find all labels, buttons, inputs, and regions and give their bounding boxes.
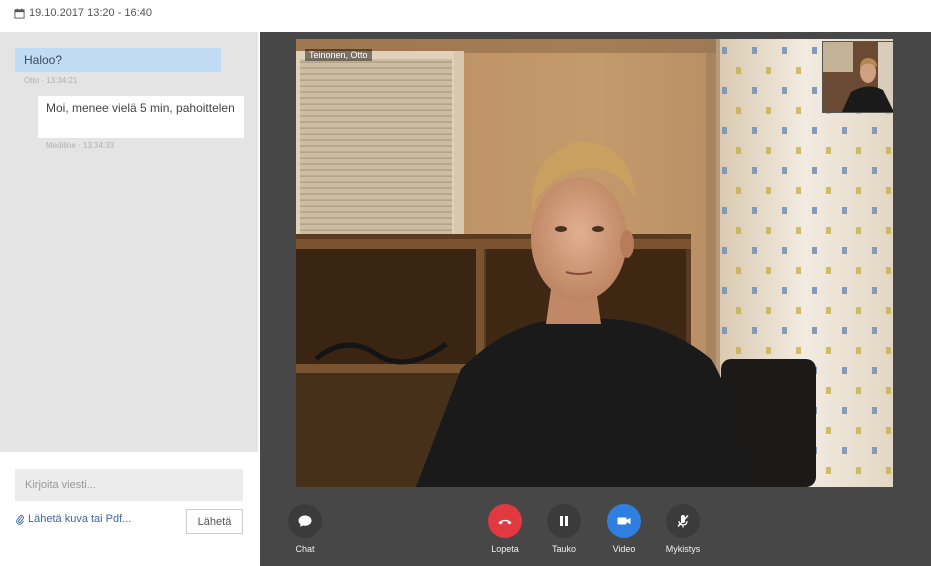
send-button[interactable]: Lähetä [186,509,243,534]
chat-message-meta: Otto · 13:34:21 [24,76,78,85]
remote-video-feed [296,39,893,487]
paperclip-icon [16,514,25,525]
message-list[interactable]: Haloo? Otto · 13:34:21 Moi, menee vielä … [0,32,258,452]
remote-participant-name: Teinonen, Otto [305,49,372,61]
chat-message-outgoing: Haloo? [15,48,221,72]
pause-control: Tauko [534,504,594,554]
video-toggle-button[interactable] [607,504,641,538]
chat-control: Chat [275,504,335,554]
self-view-feed [823,42,893,112]
end-call-label: Lopeta [491,544,519,554]
camera-icon [617,517,631,525]
chat-bubble-icon [298,515,312,527]
mute-label: Mykistys [665,544,701,554]
pause-button[interactable] [547,504,581,538]
pause-label: Tauko [551,544,577,554]
session-datetime-text: 19.10.2017 13:20 - 16:40 [29,7,152,19]
remote-video: Teinonen, Otto [296,39,893,487]
attach-file-link[interactable]: Lähetä kuva tai Pdf... [15,513,131,525]
attach-file-label: Lähetä kuva tai Pdf... [28,513,132,525]
self-view-video [822,41,893,113]
chat-control-label: Chat [295,544,315,554]
chat-message-incoming: Moi, menee vielä 5 min, pahoittelen [38,96,244,138]
end-call-control: Lopeta [475,504,535,554]
hangup-icon [498,519,512,525]
message-input[interactable] [15,469,243,501]
chat-message-meta: Mediline · 13:34:33 [46,141,115,150]
mute-control: Mykistys [653,504,713,554]
pause-icon [560,516,568,526]
calendar-icon [14,7,25,19]
video-area: Teinonen, Otto Chat Lopeta Tauko Video M… [260,32,931,566]
mute-button[interactable] [666,504,700,538]
mic-muted-icon [677,515,689,528]
top-bar: 19.10.2017 13:20 - 16:40 [0,0,931,32]
chat-panel: Haloo? Otto · 13:34:21 Moi, menee vielä … [0,32,258,566]
video-toggle-label: Video [612,544,636,554]
chat-toggle-button[interactable] [288,504,322,538]
end-call-button[interactable] [488,504,522,538]
video-control: Video [594,504,654,554]
session-datetime: 19.10.2017 13:20 - 16:40 [14,7,152,19]
